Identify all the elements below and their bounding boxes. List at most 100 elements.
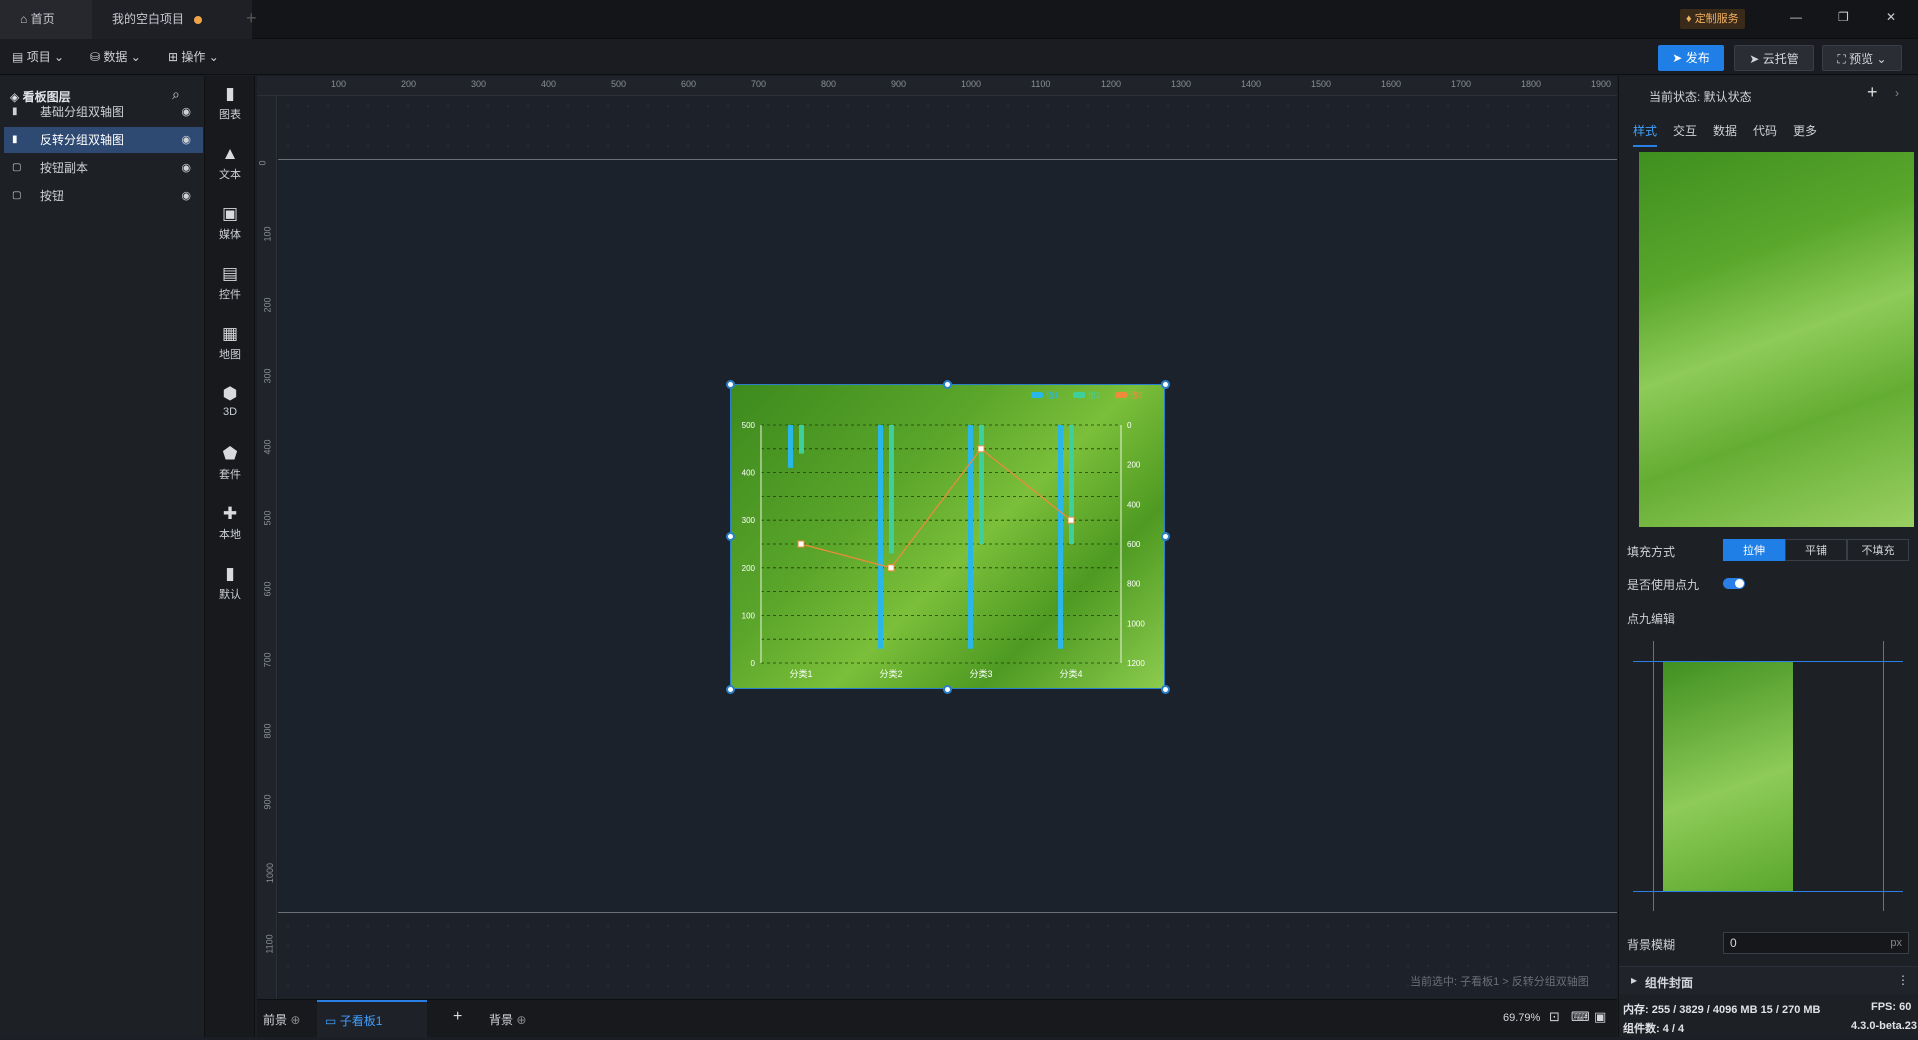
panel-tab[interactable]: 交互 — [1673, 122, 1697, 139]
nine-guide-line[interactable] — [1653, 641, 1654, 911]
menu-project[interactable]: ▤ 项目 ⌄ — [12, 39, 64, 75]
resize-handle[interactable] — [726, 532, 735, 541]
sub-board-tab[interactable]: ▭ 子看板1 — [317, 1000, 427, 1038]
layer-item[interactable]: ▢ 按钮 ◉ — [4, 183, 203, 209]
chart-widget[interactable]: 0 100 200 300 400 500 0 200 400 600 800 1000 1200 分类1… — [730, 384, 1165, 689]
bar — [1058, 425, 1063, 649]
panel-tab[interactable]: 更多 — [1793, 122, 1817, 139]
publish-button[interactable]: ➤ 发布 — [1658, 45, 1724, 71]
resize-handle[interactable] — [726, 380, 735, 389]
nine-guide-line[interactable] — [1883, 641, 1884, 911]
nine-edit-label: 点九编辑 — [1627, 612, 1676, 626]
fill-option[interactable]: 不填充 — [1847, 539, 1909, 561]
eye-icon[interactable]: ◉ — [181, 127, 191, 153]
keyboard-icon[interactable]: ⌨ — [1571, 1009, 1590, 1025]
property-panel: 当前状态: 默认状态 + › 样式 交互 数据 代码 更多 填充方式 拉伸 平铺 不填充 是… — [1618, 76, 1918, 1037]
tool-label: 本地 — [219, 529, 241, 541]
fit-screen-icon[interactable]: ⊡ — [1549, 1009, 1560, 1025]
ruler-label: 400 — [262, 439, 273, 455]
resize-handle[interactable] — [1161, 380, 1170, 389]
panel-tab[interactable]: 代码 — [1753, 122, 1777, 139]
tool-item[interactable]: ⬢ 3D — [205, 376, 255, 436]
tool-item[interactable]: ⬟ 套件 — [205, 436, 255, 496]
zoom-level[interactable]: 69.79% — [1503, 1012, 1540, 1024]
nine-editor[interactable] — [1633, 641, 1903, 911]
chart-svg: 0 100 200 300 400 500 0 200 400 600 800 1000 1200 分类1… — [742, 390, 1146, 679]
background-tab[interactable]: 背景 ⊕ — [489, 1011, 526, 1028]
background-label: 背景 — [489, 1013, 514, 1027]
tool-item[interactable]: ▦ 地图 — [205, 316, 255, 376]
resize-handle[interactable] — [1161, 685, 1170, 694]
maximize-button[interactable]: ❐ — [1838, 10, 1849, 24]
blur-input[interactable]: 0 px — [1723, 932, 1909, 954]
fill-option[interactable]: 拉伸 — [1723, 539, 1785, 561]
add-state-button[interactable]: + — [1867, 82, 1878, 103]
tool-item[interactable]: ▤ 控件 — [205, 256, 255, 316]
foreground-tab[interactable]: 前景 ⊕ — [263, 1011, 300, 1028]
legend-label: 值1 — [1046, 390, 1059, 400]
horizontal-ruler: 100 200 300 400 500 600 700 800 900 1000 1100 1200 1… — [257, 76, 1617, 96]
cover-section[interactable]: ▸ 组件封面 ⋮ — [1619, 966, 1918, 994]
tool-item[interactable]: ▲ 文本 — [205, 136, 255, 196]
tool-item[interactable]: ▮ 图表 — [205, 76, 255, 136]
y-tick-left: 300 — [742, 516, 756, 525]
chevron-right-icon[interactable]: › — [1895, 86, 1899, 100]
tool-icon: ▮ — [225, 84, 235, 103]
bar — [889, 425, 894, 554]
preview-button[interactable]: ⛶ 预览 ⌄ — [1822, 45, 1902, 71]
tool-icon: ▲ — [221, 144, 239, 163]
terminal-icon[interactable]: ▣ — [1594, 1009, 1606, 1025]
resize-handle[interactable] — [1161, 532, 1170, 541]
ruler-label: 600 — [262, 581, 273, 597]
y-tick-left: 200 — [742, 564, 756, 573]
tool-item[interactable]: ▮ 默认 — [205, 556, 255, 616]
ruler-label: 1500 — [1311, 79, 1332, 89]
ruler-label: 1100 — [1031, 79, 1051, 89]
tool-icon: ▣ — [221, 204, 239, 223]
ruler-label: 200 — [401, 79, 417, 89]
component-count: 组件数: 4 / 4 — [1623, 1023, 1685, 1035]
tab-project[interactable]: 我的空白项目 — [92, 0, 252, 39]
tab-home[interactable]: ⌂ 首页 — [0, 0, 92, 39]
menu-ops[interactable]: ⊞ 操作 ⌄ — [168, 39, 219, 75]
tool-item[interactable]: ▣ 媒体 — [205, 196, 255, 256]
eye-icon[interactable]: ◉ — [181, 155, 191, 181]
more-icon[interactable]: ⋮ — [1897, 973, 1909, 987]
minimize-button[interactable]: — — [1790, 10, 1802, 24]
layer-item[interactable]: ▢ 按钮副本 ◉ — [4, 155, 203, 181]
menu-data[interactable]: ⛁ 数据 ⌄ — [90, 39, 141, 75]
background-preview[interactable] — [1639, 152, 1914, 527]
custom-service-button[interactable]: ♦ 定制服务 — [1680, 9, 1745, 29]
tool-label: 控件 — [219, 289, 241, 301]
ruler-label: 1600 — [1381, 79, 1402, 89]
nine-guide-line[interactable] — [1633, 891, 1903, 892]
bar — [788, 425, 793, 468]
fill-option[interactable]: 平铺 — [1785, 539, 1847, 561]
ruler-label: 1000 — [961, 79, 982, 89]
blur-unit: px — [1890, 937, 1902, 949]
menu-data-label: 数据 — [103, 50, 128, 64]
monitor-icon: ▭ — [325, 1014, 337, 1028]
tool-item[interactable]: ✚ 本地 — [205, 496, 255, 556]
y-tick-right: 200 — [1127, 461, 1141, 470]
tool-icon: ⬟ — [222, 444, 238, 463]
nine-guide-line[interactable] — [1633, 661, 1903, 662]
eye-icon[interactable]: ◉ — [181, 183, 191, 209]
layer-label: 反转分组双轴图 — [40, 133, 125, 147]
send-icon: ➤ — [1672, 51, 1683, 65]
ruler-label: 400 — [541, 79, 557, 89]
resize-handle[interactable] — [943, 685, 952, 694]
add-tab-button[interactable]: + — [246, 8, 257, 29]
cloud-button[interactable]: ➤ 云托管 — [1734, 45, 1814, 71]
layer-label: 按钮副本 — [40, 161, 89, 175]
add-board-button[interactable]: + — [453, 1008, 462, 1026]
layer-item[interactable]: ▮ 基础分组双轴图 ◉ — [4, 99, 203, 125]
resize-handle[interactable] — [943, 380, 952, 389]
resize-handle[interactable] — [726, 685, 735, 694]
eye-icon[interactable]: ◉ — [181, 99, 191, 125]
nine-toggle[interactable] — [1723, 578, 1745, 589]
close-button[interactable]: ✕ — [1886, 10, 1896, 24]
layer-item[interactable]: ▮ 反转分组双轴图 ◉ — [4, 127, 203, 153]
panel-tab[interactable]: 样式 — [1633, 122, 1658, 147]
panel-tab[interactable]: 数据 — [1713, 122, 1737, 139]
